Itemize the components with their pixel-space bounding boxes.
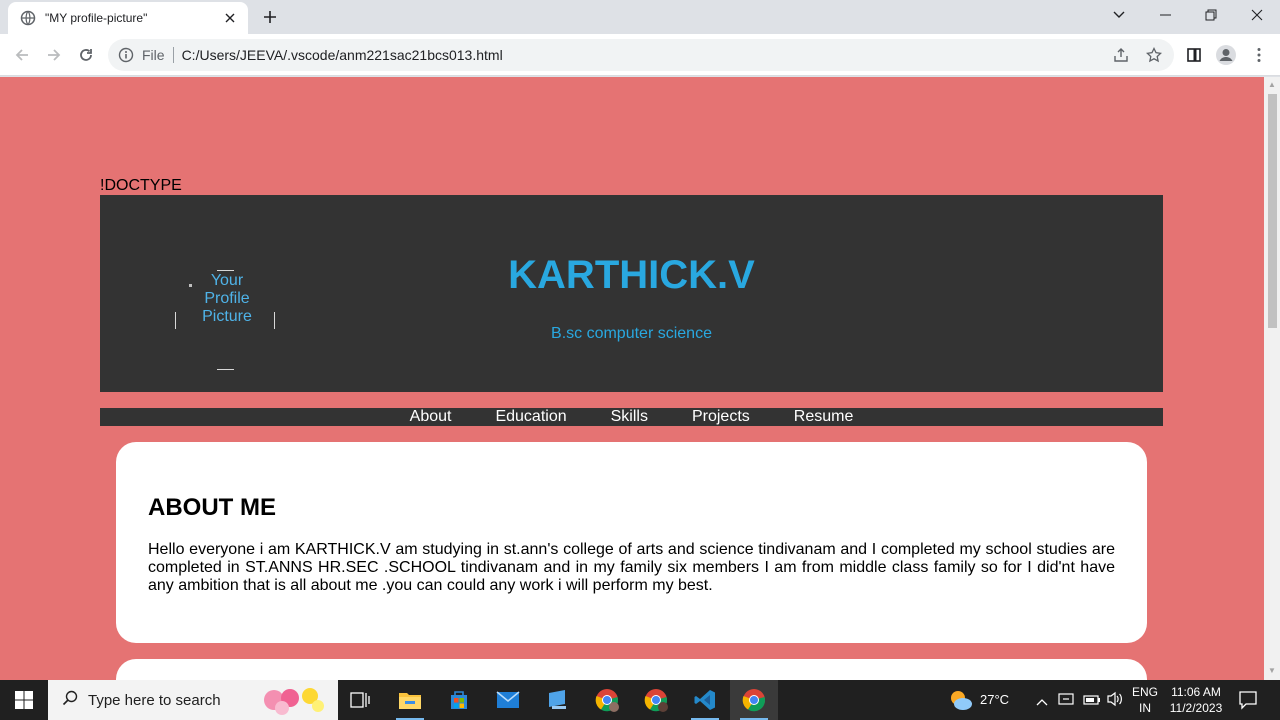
bookmark-star-icon[interactable] (1144, 45, 1164, 65)
tab-title: "MY profile-picture" (45, 11, 148, 25)
tab-strip: "MY profile-picture" (0, 0, 1280, 34)
about-section: ABOUT ME Hello everyone i am KARTHICK.V … (116, 442, 1147, 643)
about-paragraph: Hello everyone i am KARTHICK.V am studyi… (148, 541, 1115, 594)
new-tab-button[interactable] (258, 7, 282, 27)
clock-date: 11/2/2023 (1169, 701, 1223, 715)
volume-icon[interactable] (1106, 691, 1124, 712)
mail-icon[interactable] (484, 680, 532, 720)
side-panel-icon[interactable] (1182, 43, 1206, 67)
scroll-up-arrow-icon[interactable]: ▲ (1268, 81, 1276, 89)
battery-icon[interactable] (1083, 693, 1101, 711)
reload-button[interactable] (74, 43, 98, 67)
clock-time: 11:06 AM (1171, 685, 1221, 699)
divider (172, 47, 174, 63)
weather-temperature[interactable]: 27°C (980, 692, 1009, 708)
nav-link-resume[interactable]: Resume (772, 408, 876, 426)
chevron-up-icon[interactable] (1036, 693, 1048, 711)
chrome-profile-1-icon[interactable] (583, 680, 631, 720)
address-bar[interactable]: File C:/Users/JEEVA/.vscode/anm221sac21b… (108, 39, 1174, 71)
language-code: ENG (1131, 685, 1158, 699)
page-title: KARTHICK.V (508, 253, 755, 297)
info-icon[interactable] (118, 47, 134, 63)
forward-button[interactable] (42, 43, 66, 67)
browser-tab[interactable]: "MY profile-picture" (8, 2, 248, 34)
url-text[interactable]: C:/Users/JEEVA/.vscode/anm221sac21bcs013… (182, 47, 503, 63)
vscode-icon[interactable] (681, 680, 729, 720)
region-code: IN (1139, 701, 1151, 715)
globe-icon (20, 10, 36, 26)
weather-icon[interactable] (948, 688, 974, 717)
nav-bar: About Education Skills Projects Resume (100, 408, 1163, 426)
scrollbar-thumb[interactable] (1268, 94, 1277, 328)
file-explorer-icon[interactable] (386, 680, 434, 720)
start-button[interactable] (0, 680, 48, 720)
nav-link-education[interactable]: Education (473, 408, 588, 426)
nav-link-about[interactable]: About (388, 408, 474, 426)
restore-button[interactable] (1188, 0, 1234, 30)
minimize-button[interactable] (1142, 0, 1188, 30)
notifications-icon[interactable] (1238, 690, 1258, 715)
doctype-text: !DOCTYPE (100, 177, 182, 194)
tab-search-icon[interactable] (1096, 0, 1142, 30)
search-icon (62, 690, 78, 711)
windows-taskbar: Type here to search 27°C ENG IN 11:06 AM… (0, 680, 1280, 720)
back-button[interactable] (10, 43, 34, 67)
browser-toolbar: File C:/Users/JEEVA/.vscode/anm221sac21b… (0, 34, 1280, 76)
education-section (116, 659, 1147, 680)
profile-avatar-icon[interactable] (1214, 43, 1238, 67)
vertical-scrollbar[interactable]: ▲ ▼ (1264, 77, 1280, 680)
close-window-button[interactable] (1234, 0, 1280, 30)
microsoft-store-icon[interactable] (435, 680, 483, 720)
search-placeholder: Type here to search (88, 691, 221, 709)
network-icon[interactable] (1058, 691, 1074, 712)
taskbar-search-box[interactable]: Type here to search (48, 680, 338, 720)
chrome-profile-2-icon[interactable] (632, 680, 680, 720)
task-view-icon[interactable] (336, 680, 384, 720)
section-heading: ABOUT ME (148, 494, 276, 521)
language-indicator[interactable]: ENG IN (1130, 684, 1160, 716)
profile-header: Your Profile Picture KARTHICK.V B.sc com… (100, 195, 1163, 392)
url-scheme-label: File (142, 47, 165, 63)
share-icon[interactable] (1111, 45, 1131, 65)
flowers-icon (260, 684, 332, 720)
clock[interactable]: 11:06 AM 11/2/2023 (1164, 684, 1228, 716)
remote-desktop-icon[interactable] (534, 680, 582, 720)
nav-link-projects[interactable]: Projects (670, 408, 772, 426)
page-viewport: !DOCTYPE Your Profile Picture KARTHICK.V… (0, 77, 1264, 680)
scroll-down-arrow-icon[interactable]: ▼ (1268, 667, 1276, 675)
nav-link-skills[interactable]: Skills (589, 408, 670, 426)
close-tab-icon[interactable] (222, 10, 238, 26)
subtitle: B.sc computer science (551, 325, 712, 342)
chrome-active-icon[interactable] (730, 680, 778, 720)
menu-kebab-icon[interactable] (1247, 43, 1271, 67)
